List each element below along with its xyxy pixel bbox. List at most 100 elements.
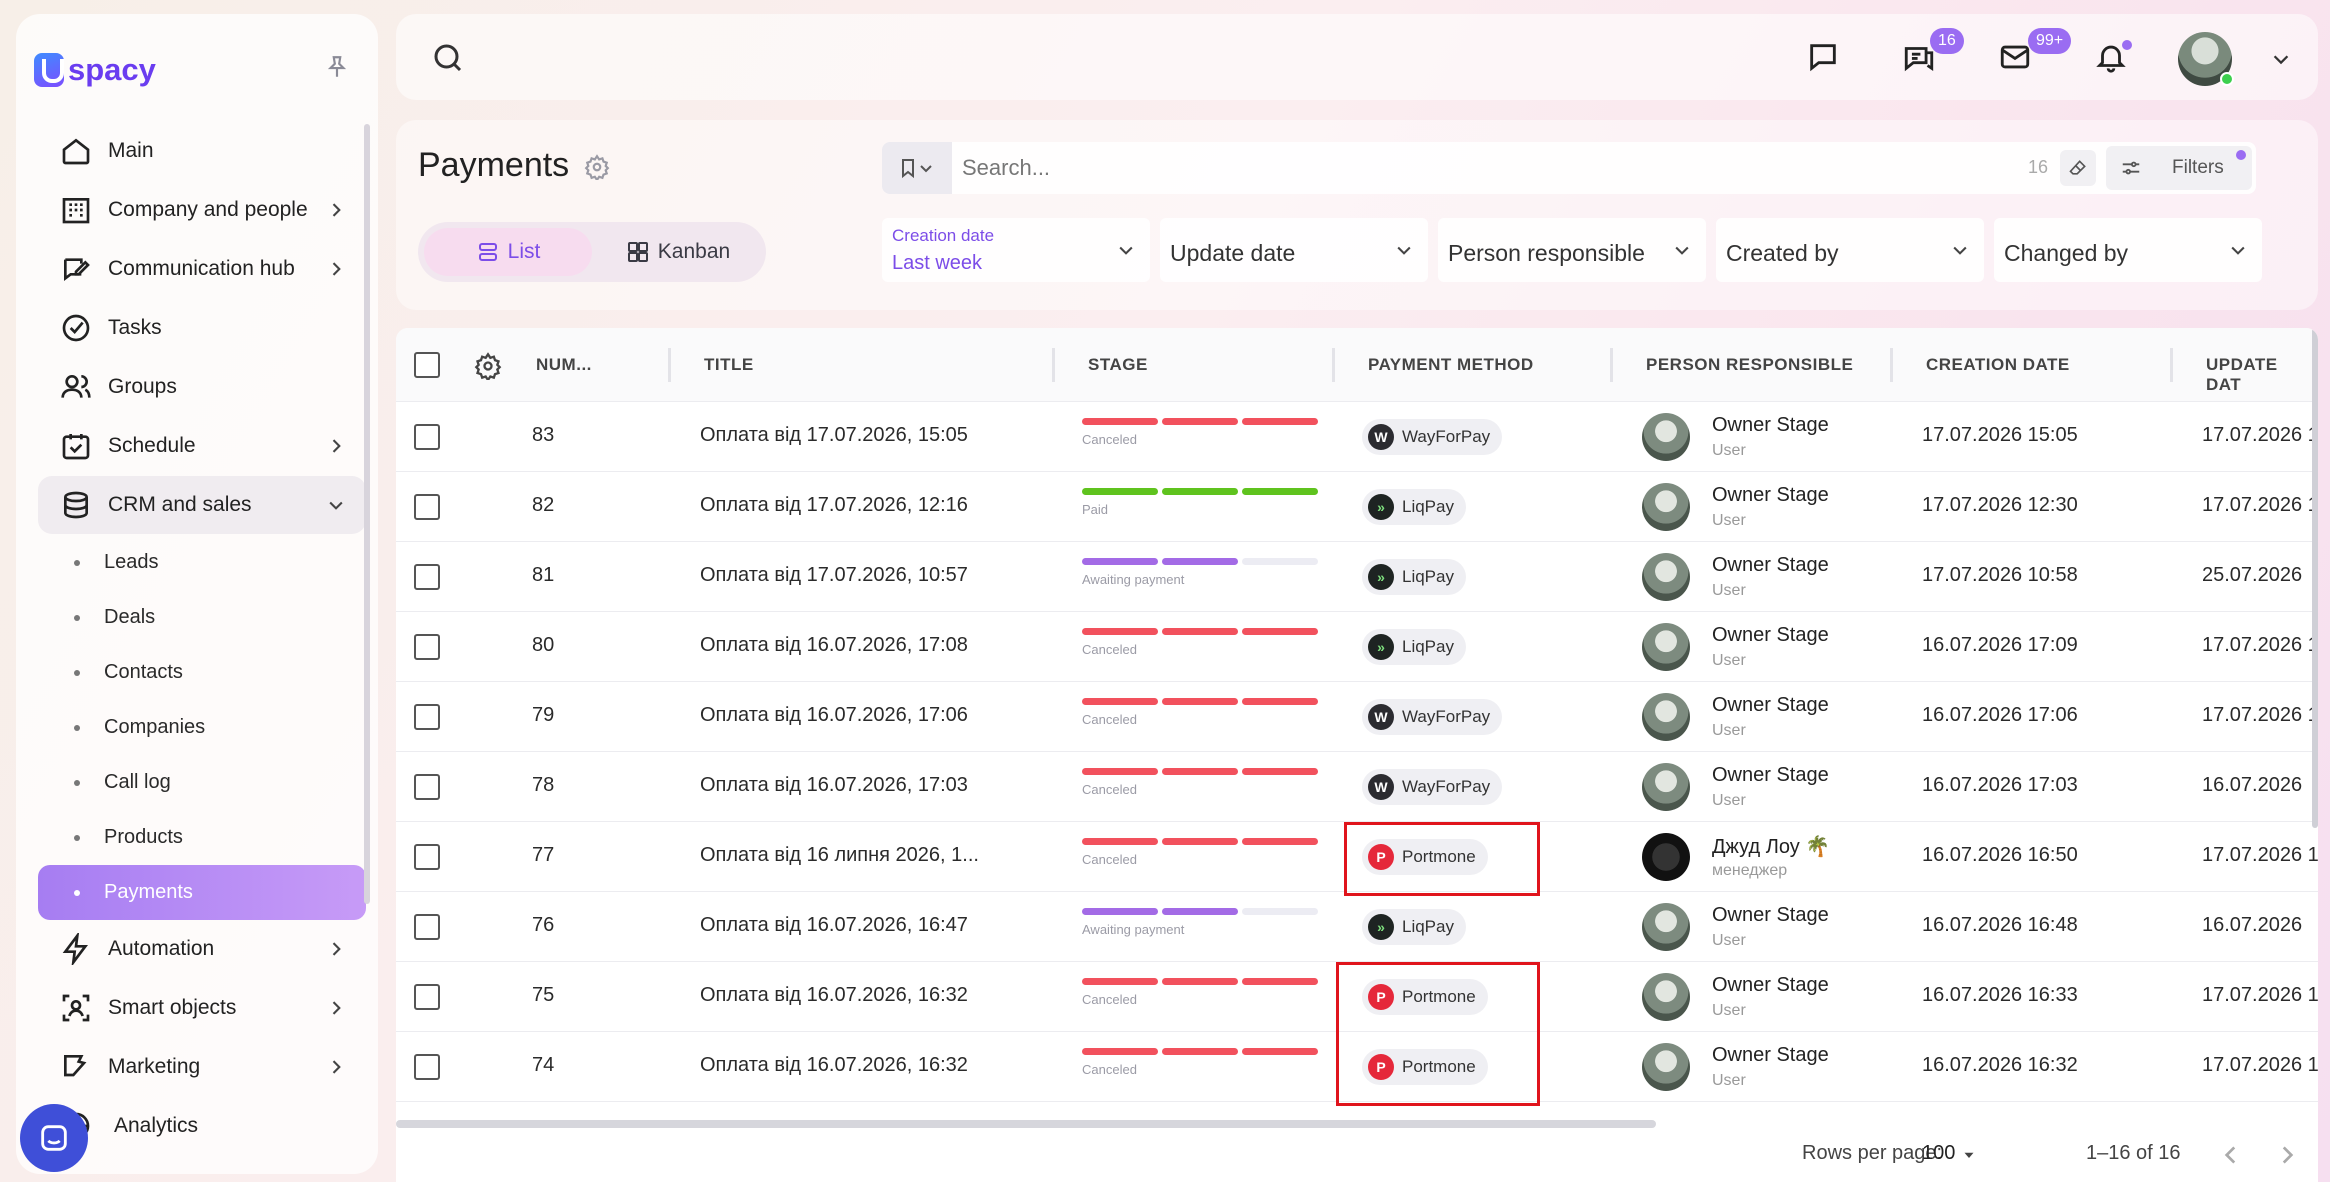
person-name[interactable]: Owner Stage <box>1712 624 1829 647</box>
avatar[interactable] <box>1642 623 1690 671</box>
table-row[interactable]: 79 Оплата від 16.07.2026, 17:06 Canceled W W… <box>396 682 2318 752</box>
sidebar-item-communication-hub[interactable]: Communication hub <box>38 240 366 298</box>
stage-indicator[interactable]: Canceled <box>1082 978 1318 1018</box>
sidebar-item-tasks[interactable]: Tasks <box>38 299 366 357</box>
stage-indicator[interactable]: Canceled <box>1082 768 1318 808</box>
row-checkbox[interactable] <box>414 914 440 940</box>
payment-title[interactable]: Оплата від 16.07.2026, 16:32 <box>700 984 968 1007</box>
filters-button[interactable]: Filters <box>2106 146 2252 190</box>
table-row[interactable]: 76 Оплата від 16.07.2026, 16:47 Awaiting p… <box>396 892 2318 962</box>
logo[interactable]: spacy <box>34 40 156 100</box>
sidebar-subitem-companies[interactable]: Companies <box>38 700 366 755</box>
person-name[interactable]: Owner Stage <box>1712 904 1829 927</box>
table-row[interactable]: 78 Оплата від 16.07.2026, 17:03 Canceled W W… <box>396 752 2318 822</box>
chevron-down-icon[interactable] <box>1960 1146 1978 1164</box>
person-name[interactable]: Owner Stage <box>1712 974 1829 997</box>
sidebar-subitem-contacts[interactable]: Contacts <box>38 645 366 700</box>
payment-number[interactable]: 80 <box>532 634 554 657</box>
search-input[interactable] <box>962 150 1962 186</box>
sidebar-item-automation[interactable]: Automation <box>38 920 366 978</box>
column-settings-gear-icon[interactable] <box>474 352 502 380</box>
select-all-checkbox[interactable] <box>414 352 440 378</box>
created-by-filter[interactable]: Created by <box>1716 218 1984 282</box>
sidebar-item-main[interactable]: Main <box>38 122 366 180</box>
sidebar-subitem-deals[interactable]: Deals <box>38 590 366 645</box>
horizontal-scrollbar[interactable] <box>396 1120 1656 1128</box>
payment-number[interactable]: 81 <box>532 564 554 587</box>
payment-title[interactable]: Оплата від 16.07.2026, 17:06 <box>700 704 968 727</box>
creation-date-filter[interactable]: Creation date Last week <box>882 218 1150 282</box>
payment-number[interactable]: 77 <box>532 844 554 867</box>
avatar[interactable] <box>1642 693 1690 741</box>
sidebar-item-schedule[interactable]: Schedule <box>38 417 366 475</box>
payment-title[interactable]: Оплата від 16.07.2026, 16:32 <box>700 1054 968 1077</box>
next-page-icon[interactable] <box>2274 1142 2300 1168</box>
row-checkbox[interactable] <box>414 424 440 450</box>
pin-icon[interactable] <box>324 54 350 80</box>
avatar[interactable] <box>1642 1043 1690 1091</box>
stage-indicator[interactable]: Canceled <box>1082 1048 1318 1088</box>
sidebar-subitem-payments[interactable]: Payments <box>38 865 366 920</box>
payment-title[interactable]: Оплата від 17.07.2026, 15:05 <box>700 424 968 447</box>
payment-number[interactable]: 76 <box>532 914 554 937</box>
payment-title[interactable]: Оплата від 16.07.2026, 17:08 <box>700 634 968 657</box>
sidebar-item-crm-and-sales[interactable]: CRM and sales <box>38 476 366 534</box>
column-resize-handle[interactable] <box>2170 348 2173 382</box>
message-icon[interactable] <box>1806 40 1840 74</box>
column-resize-handle[interactable] <box>1610 348 1613 382</box>
column-resize-handle[interactable] <box>1332 348 1335 382</box>
avatar[interactable] <box>1642 833 1690 881</box>
payment-number[interactable]: 82 <box>532 494 554 517</box>
stage-indicator[interactable]: Awaiting payment <box>1082 908 1318 948</box>
stage-indicator[interactable]: Canceled <box>1082 628 1318 668</box>
row-checkbox[interactable] <box>414 634 440 660</box>
table-row[interactable]: 82 Оплата від 17.07.2026, 12:16 Paid » LiqPa… <box>396 472 2318 542</box>
person-name[interactable]: Owner Stage <box>1712 1044 1829 1067</box>
sidebar-item-groups[interactable]: Groups <box>38 358 366 416</box>
kanban-view-button[interactable]: Kanban <box>598 228 758 276</box>
payment-number[interactable]: 83 <box>532 424 554 447</box>
sidebar-subitem-leads[interactable]: Leads <box>38 535 366 590</box>
row-checkbox[interactable] <box>414 564 440 590</box>
sidebar-item-marketing[interactable]: Marketing <box>38 1038 366 1096</box>
sidebar-item-analytics[interactable]: Analytics <box>38 1097 366 1155</box>
row-checkbox[interactable] <box>414 774 440 800</box>
row-checkbox[interactable] <box>414 984 440 1010</box>
payment-title[interactable]: Оплата від 17.07.2026, 10:57 <box>700 564 968 587</box>
avatar[interactable] <box>1642 413 1690 461</box>
row-checkbox[interactable] <box>414 1054 440 1080</box>
payment-title[interactable]: Оплата від 16.07.2026, 17:03 <box>700 774 968 797</box>
person-name[interactable]: Owner Stage <box>1712 414 1829 437</box>
stage-indicator[interactable]: Paid <box>1082 488 1318 528</box>
table-row[interactable]: 80 Оплата від 16.07.2026, 17:08 Canceled » L… <box>396 612 2318 682</box>
column-resize-handle[interactable] <box>668 348 671 382</box>
update-date-filter[interactable]: Update date <box>1160 218 1428 282</box>
mail-icon[interactable] <box>1998 40 2032 74</box>
table-row[interactable]: 83 Оплата від 17.07.2026, 15:05 Canceled W W… <box>396 402 2318 472</box>
column-resize-handle[interactable] <box>1052 348 1055 382</box>
saved-filters-button[interactable] <box>882 142 952 194</box>
search-icon[interactable] <box>430 40 466 76</box>
column-header-creation-date[interactable]: CREATION DATE <box>1926 355 2070 375</box>
row-checkbox[interactable] <box>414 494 440 520</box>
column-header-title[interactable]: TITLE <box>704 355 754 375</box>
avatar[interactable] <box>1642 763 1690 811</box>
stage-indicator[interactable]: Canceled <box>1082 418 1318 458</box>
column-header-person-responsible[interactable]: PERSON RESPONSIBLE <box>1646 355 1853 375</box>
column-resize-handle[interactable] <box>1890 348 1893 382</box>
stage-indicator[interactable]: Canceled <box>1082 698 1318 738</box>
payment-title[interactable]: Оплата від 17.07.2026, 12:16 <box>700 494 968 517</box>
payment-title[interactable]: Оплата від 16 липня 2026, 1... <box>700 844 979 867</box>
changed-by-filter[interactable]: Changed by <box>1994 218 2262 282</box>
row-checkbox[interactable] <box>414 844 440 870</box>
avatar[interactable] <box>1642 903 1690 951</box>
chevron-down-icon[interactable] <box>2270 48 2292 70</box>
support-chat-button[interactable] <box>20 1104 88 1172</box>
payment-number[interactable]: 78 <box>532 774 554 797</box>
sidebar-scrollbar[interactable] <box>364 124 370 904</box>
row-checkbox[interactable] <box>414 704 440 730</box>
gear-icon[interactable] <box>584 154 610 180</box>
column-header-stage[interactable]: STAGE <box>1088 355 1148 375</box>
person-name[interactable]: Owner Stage <box>1712 764 1829 787</box>
sidebar-subitem-call-log[interactable]: Call log <box>38 755 366 810</box>
